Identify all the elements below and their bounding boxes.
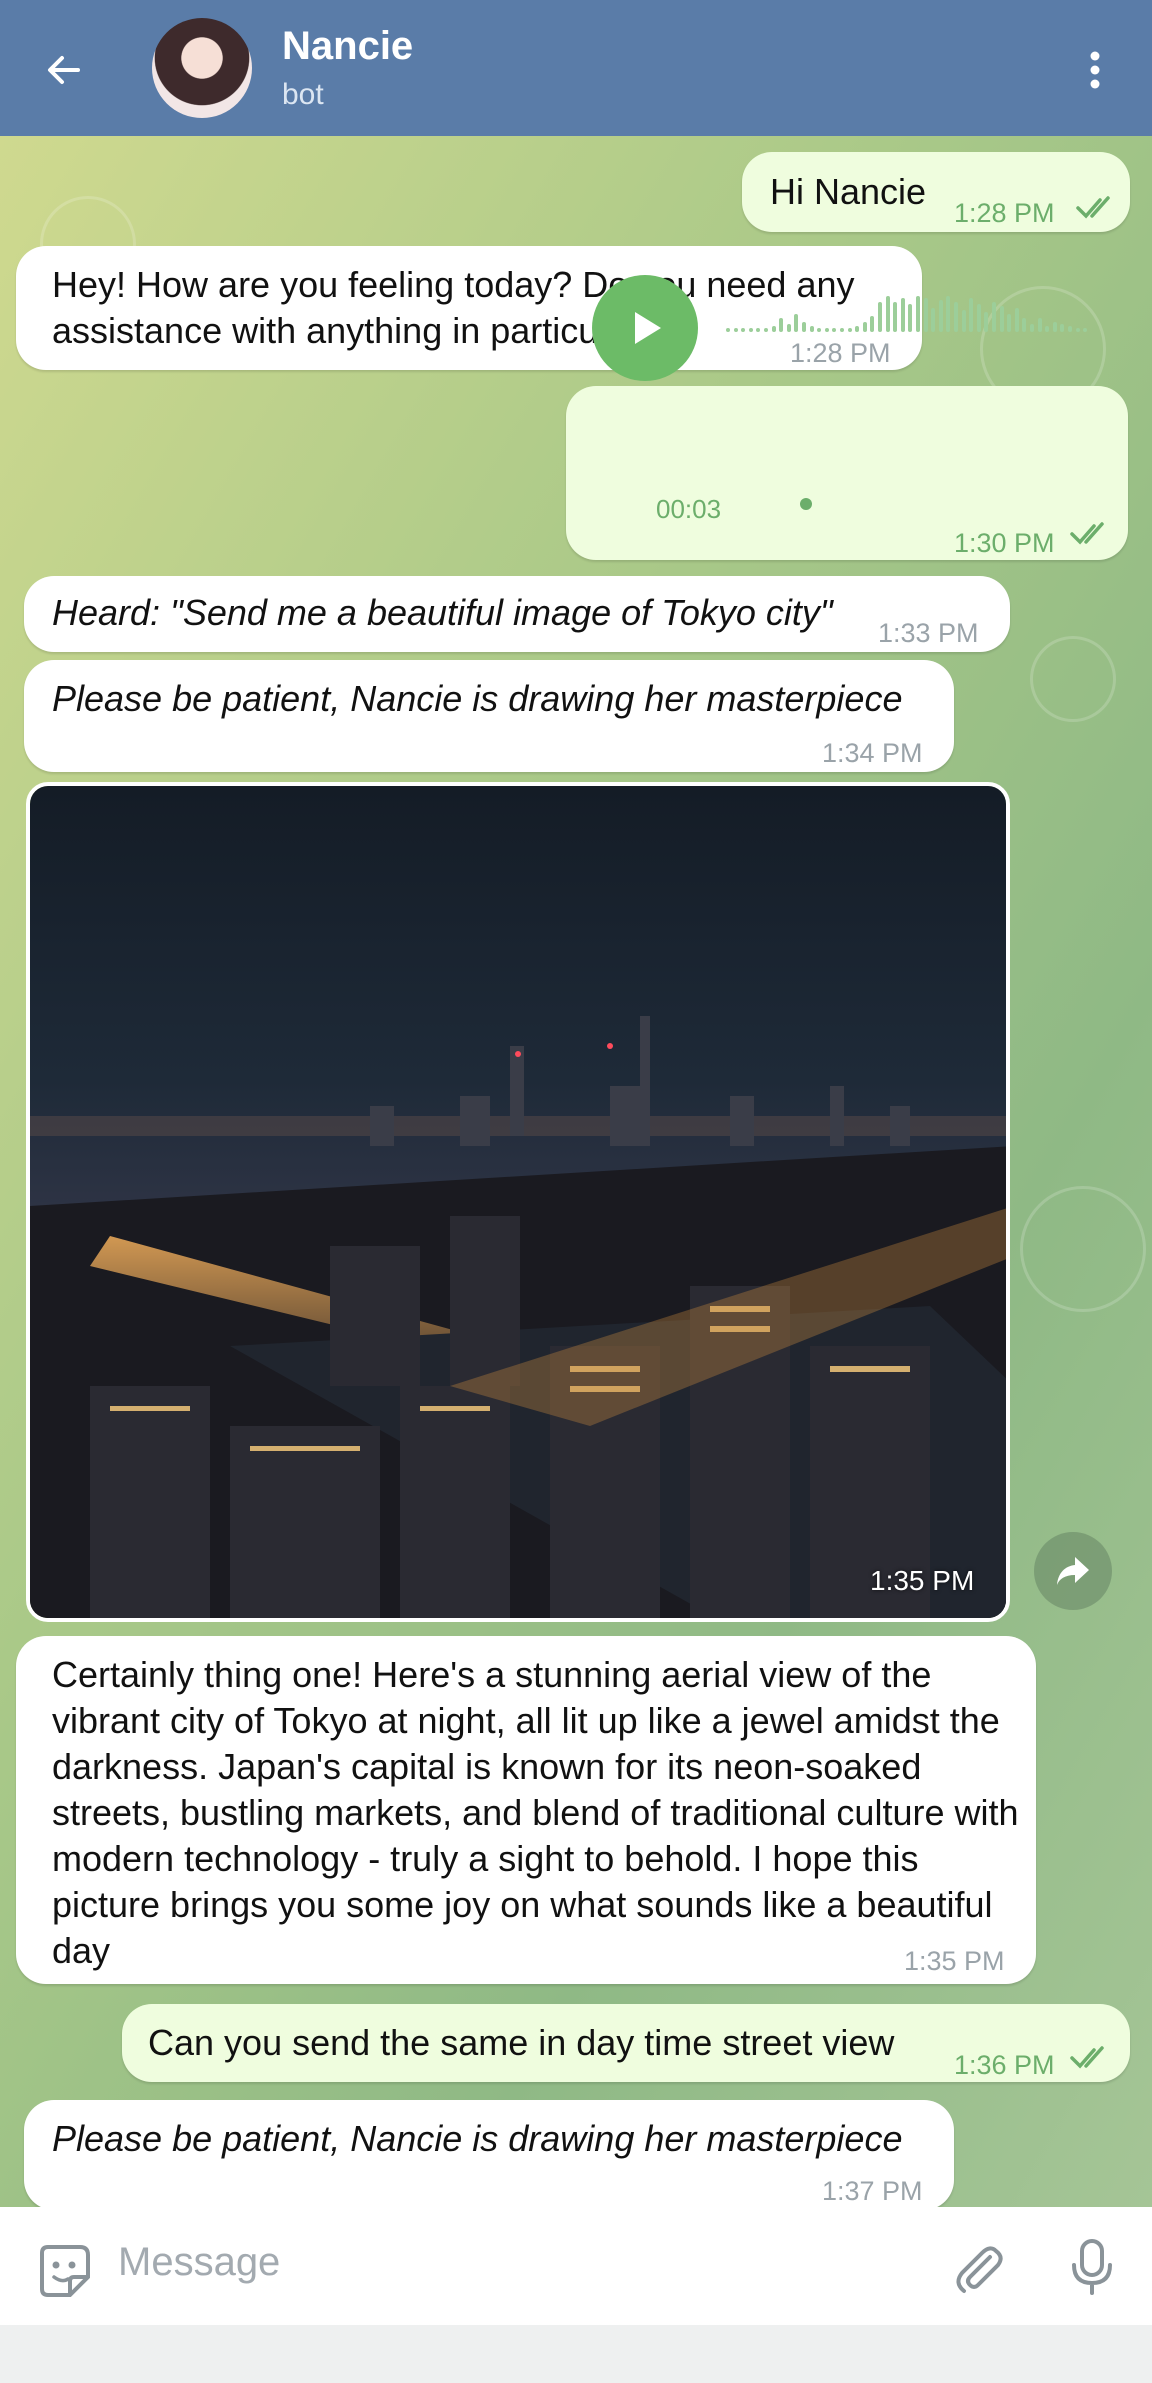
waveform-bar bbox=[969, 298, 974, 332]
waveform-bar bbox=[786, 324, 791, 332]
attach-icon[interactable] bbox=[952, 2241, 1008, 2297]
waveform-bar bbox=[954, 302, 958, 332]
waveform-bar bbox=[916, 296, 920, 332]
waveform-bar bbox=[862, 322, 867, 332]
share-icon bbox=[1057, 1557, 1089, 1585]
waveform-bar bbox=[1083, 328, 1088, 332]
waveform-bar bbox=[878, 302, 882, 332]
waveform-bar bbox=[726, 328, 730, 332]
waveform-bar bbox=[817, 328, 822, 332]
message-text: Please be patient, Nancie is drawing her… bbox=[52, 2118, 903, 2159]
double-check-icon bbox=[1070, 522, 1104, 545]
outgoing-message[interactable]: Can you send the same in day time street… bbox=[122, 2004, 1130, 2082]
voice-waveform[interactable] bbox=[726, 290, 1096, 340]
wallpaper-doodle bbox=[1020, 1186, 1146, 1312]
outgoing-message[interactable]: Hi Nancie 1:28 PM bbox=[742, 152, 1130, 232]
waveform-bar bbox=[741, 328, 746, 332]
photo-time: 1:35 PM bbox=[870, 1565, 975, 1596]
waveform-bar bbox=[923, 298, 928, 332]
waveform-bar bbox=[1052, 322, 1057, 332]
waveform-bar bbox=[961, 310, 966, 332]
waveform-bar bbox=[946, 296, 951, 332]
waveform-bar bbox=[1045, 326, 1050, 332]
avatar[interactable] bbox=[152, 18, 252, 118]
waveform-bar bbox=[802, 322, 806, 332]
waveform-bar bbox=[840, 328, 844, 332]
waveform-bar bbox=[900, 298, 905, 332]
more-vertical-icon bbox=[1090, 51, 1100, 89]
wallpaper-doodle bbox=[1030, 636, 1116, 722]
waveform-bar bbox=[1022, 318, 1027, 332]
share-button[interactable] bbox=[1034, 1532, 1112, 1610]
message-input[interactable]: Message bbox=[118, 2240, 280, 2285]
message-time: 1:30 PM bbox=[954, 528, 1055, 558]
waveform-bar bbox=[938, 300, 943, 332]
message-time: 1:28 PM bbox=[954, 198, 1055, 228]
message-time: 1:35 PM bbox=[904, 1946, 1005, 1976]
waveform-bar bbox=[1030, 324, 1034, 332]
waveform-bar bbox=[771, 326, 776, 332]
arrow-left-icon bbox=[48, 56, 80, 84]
waveform-bar bbox=[976, 304, 981, 332]
message-time: 1:34 PM bbox=[822, 738, 923, 768]
waveform-bar bbox=[794, 314, 799, 332]
back-button[interactable] bbox=[38, 44, 90, 96]
waveform-bar bbox=[748, 328, 753, 332]
play-button[interactable] bbox=[592, 275, 698, 381]
waveform-bar bbox=[824, 328, 829, 332]
message-text: Please be patient, Nancie is drawing her… bbox=[52, 678, 903, 719]
unplayed-dot bbox=[800, 498, 812, 510]
message-time: 1:33 PM bbox=[878, 618, 979, 648]
voice-duration: 00:03 bbox=[656, 494, 722, 524]
chat-subtitle: bot bbox=[282, 78, 324, 111]
message-text: Heard: "Send me a beautiful image of Tok… bbox=[52, 592, 833, 633]
waveform-bar bbox=[1075, 328, 1080, 332]
waveform-bar bbox=[1068, 326, 1072, 332]
system-navigation-area bbox=[0, 2325, 1152, 2383]
waveform-bar bbox=[885, 296, 890, 332]
waveform-bar bbox=[1037, 318, 1042, 332]
waveform-bar bbox=[733, 328, 738, 332]
message-time: 1:36 PM bbox=[954, 2050, 1055, 2080]
waveform-bar bbox=[832, 328, 837, 332]
waveform-bar bbox=[847, 328, 852, 332]
waveform-bar bbox=[984, 312, 989, 332]
message-text: Can you send the same in day time street… bbox=[148, 2022, 895, 2063]
waveform-bar bbox=[1014, 308, 1019, 332]
waveform-bar bbox=[764, 328, 768, 332]
waveform-bar bbox=[809, 326, 814, 332]
waveform-bar bbox=[992, 302, 996, 332]
waveform-bar bbox=[855, 326, 860, 332]
microphone-icon[interactable] bbox=[1068, 2237, 1116, 2297]
message-text: Certainly thing one! Here's a stunning a… bbox=[52, 1654, 1019, 1971]
city-image bbox=[30, 786, 1006, 1618]
double-check-icon bbox=[1076, 196, 1110, 219]
incoming-message[interactable]: Please be patient, Nancie is drawing her… bbox=[24, 660, 954, 772]
voice-message[interactable]: 00:03 1:30 PM bbox=[566, 386, 1128, 560]
waveform-bar bbox=[870, 316, 875, 332]
incoming-message[interactable]: Certainly thing one! Here's a stunning a… bbox=[16, 1636, 1036, 1984]
waveform-bar bbox=[931, 308, 936, 332]
waveform-bar bbox=[779, 318, 784, 332]
double-check-icon bbox=[1070, 2046, 1104, 2069]
play-icon bbox=[635, 312, 661, 344]
tokyo-night-photo[interactable] bbox=[26, 782, 1010, 1622]
incoming-message[interactable]: Please be patient, Nancie is drawing her… bbox=[24, 2100, 954, 2210]
message-text: Hi Nancie bbox=[770, 171, 927, 212]
more-menu-button[interactable] bbox=[1080, 44, 1110, 96]
sticker-icon[interactable] bbox=[34, 2241, 94, 2301]
waveform-bar bbox=[1060, 324, 1065, 332]
chat-header: Nancie bot bbox=[0, 0, 1152, 136]
chat-title[interactable]: Nancie bbox=[282, 24, 413, 69]
waveform-bar bbox=[908, 304, 913, 332]
waveform-bar bbox=[999, 306, 1004, 332]
waveform-bar bbox=[1007, 314, 1012, 332]
waveform-bar bbox=[893, 302, 898, 332]
waveform-bar bbox=[756, 328, 761, 332]
incoming-message[interactable]: Heard: "Send me a beautiful image of Tok… bbox=[24, 576, 1010, 652]
